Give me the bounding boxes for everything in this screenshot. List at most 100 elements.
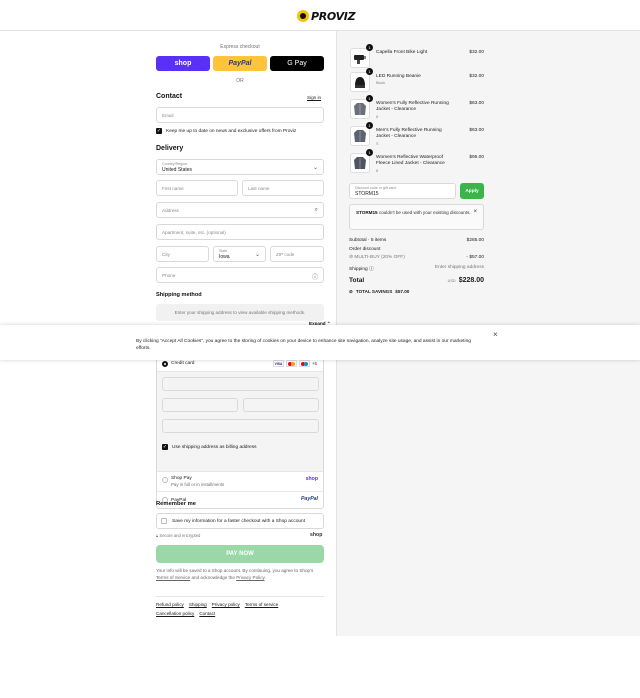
shipping-link[interactable]: Shipping bbox=[189, 602, 207, 607]
cancellation-policy-link[interactable]: Cancellation policy bbox=[156, 611, 194, 616]
line-item: 1 LED Running Beanie Black $32.00 bbox=[350, 68, 484, 92]
payment-methods: Credit card VISA +5 ✓ Use shipping addre… bbox=[156, 355, 324, 509]
card-number-field[interactable] bbox=[162, 377, 319, 391]
total-amount-wrap: USD $228.00 bbox=[448, 277, 484, 284]
or-divider: OR bbox=[236, 78, 244, 84]
zip-placeholder: ZIP code bbox=[276, 251, 295, 257]
refund-policy-link[interactable]: Refund policy bbox=[156, 602, 184, 607]
card-fields: ✓ Use shipping address as billing addres… bbox=[157, 372, 323, 472]
name-on-card-field[interactable] bbox=[162, 419, 319, 433]
savings-value: $57.00 bbox=[395, 289, 410, 294]
item-variant: 8 bbox=[376, 114, 379, 119]
country-select[interactable]: Country/Region United States ⌄ bbox=[156, 159, 324, 175]
google-pay-button[interactable]: G Pay bbox=[270, 56, 324, 71]
footer-links-row-2: Cancellation policy Contact bbox=[156, 611, 215, 616]
total-savings: ⊘ TOTAL SAVINGS $57.00 bbox=[349, 289, 409, 295]
chevron-down-icon: ⌄ bbox=[312, 165, 318, 171]
line-item: 1 Women's Fully Reflective Running Jacke… bbox=[350, 95, 484, 119]
close-icon[interactable]: × bbox=[493, 330, 498, 339]
security-code-field[interactable] bbox=[243, 398, 319, 412]
shop-pay-logo-icon: shop bbox=[305, 476, 318, 482]
multibuy-row: ⊘ MULTI-BUY (20% OFF) - $57.00 bbox=[349, 255, 484, 260]
line-item: 1 Men's Fully Reflective Running Jacket … bbox=[350, 122, 484, 148]
express-checkout-label: Express checkout bbox=[220, 44, 260, 50]
expiry-field[interactable] bbox=[162, 398, 238, 412]
shop-pay-sub: Pay in full or in installments bbox=[171, 482, 225, 487]
shop-fine-print: Your info will be saved to a Shop accoun… bbox=[156, 568, 324, 581]
shop-pay-button[interactable]: shop bbox=[156, 56, 210, 71]
qty-badge: 1 bbox=[366, 122, 373, 129]
subtotal-label: Subtotal · 5 items bbox=[349, 238, 387, 243]
mastercard-icon bbox=[285, 360, 297, 367]
item-name: Men's Fully Reflective Running Jacket - … bbox=[376, 128, 456, 148]
shipping-row: Shipping ⓘ Enter shipping address bbox=[349, 265, 484, 272]
proviz-logo[interactable]: PROVIZ bbox=[297, 9, 356, 23]
header: PROVIZ bbox=[0, 0, 640, 31]
item-price: $32.00 bbox=[469, 50, 484, 55]
remember-option[interactable]: Save my information for a faster checkou… bbox=[156, 513, 324, 529]
fine-print-part3: . bbox=[264, 574, 266, 580]
footer-links-row-1: Refund policy Shipping Privacy policy Te… bbox=[156, 602, 278, 607]
shipping-label-wrap: Shipping ⓘ bbox=[349, 265, 374, 272]
fine-print-part2: and acknowledge the bbox=[190, 574, 237, 580]
billing-checkbox[interactable]: ✓ bbox=[162, 444, 168, 450]
apartment-field[interactable]: Apartment, suite, etc. (optional) bbox=[156, 224, 324, 240]
shop-logo-icon: shop bbox=[310, 532, 323, 538]
bike-light-icon bbox=[350, 48, 370, 68]
close-icon[interactable]: × bbox=[473, 209, 477, 215]
chevron-down-icon: ⌄ bbox=[254, 252, 260, 258]
pay-now-button[interactable]: PAY NOW bbox=[156, 545, 324, 563]
card-brands: VISA +5 bbox=[272, 360, 317, 367]
sign-in-link[interactable]: Sign in bbox=[307, 95, 321, 100]
shipping-label: Shipping bbox=[349, 267, 368, 272]
item-variant: S bbox=[376, 141, 379, 146]
item-name-text: Women's Reflective Waterproof Fleece Lin… bbox=[376, 155, 445, 167]
phone-placeholder: Phone bbox=[162, 272, 176, 278]
terms-of-service-link[interactable]: Terms of service bbox=[245, 602, 278, 607]
credit-card-radio[interactable] bbox=[162, 361, 168, 367]
shop-pay-option[interactable]: Shop Pay Pay in full or in installments … bbox=[157, 472, 323, 492]
item-name-text: LED Running Beanie bbox=[376, 74, 421, 79]
contact-link[interactable]: Contact bbox=[199, 611, 215, 616]
news-checkbox[interactable]: ✓ bbox=[156, 128, 162, 134]
state-label: State bbox=[219, 249, 228, 253]
paypal-button[interactable]: PayPal bbox=[213, 56, 267, 71]
country-value: United States bbox=[162, 167, 193, 173]
last-name-field[interactable]: Last name bbox=[242, 180, 324, 196]
privacy-link[interactable]: Privacy Policy bbox=[236, 575, 264, 580]
shipping-method-heading: Shipping method bbox=[156, 292, 202, 298]
multibuy-label-wrap: ⊘ MULTI-BUY (20% OFF) bbox=[349, 255, 405, 260]
item-name-text: Women's Fully Reflective Running Jacket … bbox=[376, 101, 449, 113]
jacket-icon bbox=[350, 126, 370, 146]
total-row: Total USD $228.00 bbox=[349, 277, 484, 284]
city-placeholder: City bbox=[162, 251, 170, 257]
terms-link[interactable]: Terms of Service bbox=[156, 575, 190, 580]
city-field[interactable]: City bbox=[156, 246, 209, 262]
privacy-policy-link[interactable]: Privacy policy bbox=[212, 602, 240, 607]
info-icon[interactable]: ⓘ bbox=[368, 267, 374, 272]
zip-field[interactable]: ZIP code bbox=[270, 246, 324, 262]
email-field[interactable]: Email bbox=[156, 107, 324, 123]
apply-button[interactable]: Apply bbox=[460, 183, 484, 199]
footer-divider bbox=[156, 596, 324, 597]
discount-code-field[interactable]: Discount code or gift card STORM15 bbox=[349, 183, 456, 199]
maestro-icon bbox=[298, 360, 310, 367]
help-icon[interactable]: ⓘ bbox=[312, 272, 318, 281]
phone-field[interactable]: Phone ⓘ bbox=[156, 267, 324, 283]
news-checkbox-row[interactable]: ✓ Keep me up to date on news and exclusi… bbox=[156, 128, 296, 134]
first-name-field[interactable]: First name bbox=[156, 180, 238, 196]
shop-pay-radio[interactable] bbox=[162, 477, 168, 483]
billing-checkbox-row[interactable]: ✓ Use shipping address as billing addres… bbox=[162, 444, 257, 450]
shipping-method-note: Enter your shipping address to view avai… bbox=[156, 304, 324, 321]
apartment-placeholder: Apartment, suite, etc. (optional) bbox=[162, 229, 226, 235]
jacket-icon bbox=[350, 99, 370, 119]
search-icon: ⌕ bbox=[314, 207, 318, 213]
item-variant: 8 bbox=[376, 168, 379, 173]
item-name: LED Running Beanie Black bbox=[376, 74, 456, 88]
secure-label: Secure and encrypted bbox=[159, 533, 201, 538]
remember-checkbox[interactable] bbox=[161, 518, 167, 524]
address-field[interactable]: Address ⌕ bbox=[156, 202, 324, 218]
discount-error-message: STORM15 couldn't be used with your exist… bbox=[349, 204, 484, 230]
discount-error-text: couldn't be used with your existing disc… bbox=[377, 210, 471, 215]
state-select[interactable]: State Iowa ⌄ bbox=[213, 246, 266, 262]
